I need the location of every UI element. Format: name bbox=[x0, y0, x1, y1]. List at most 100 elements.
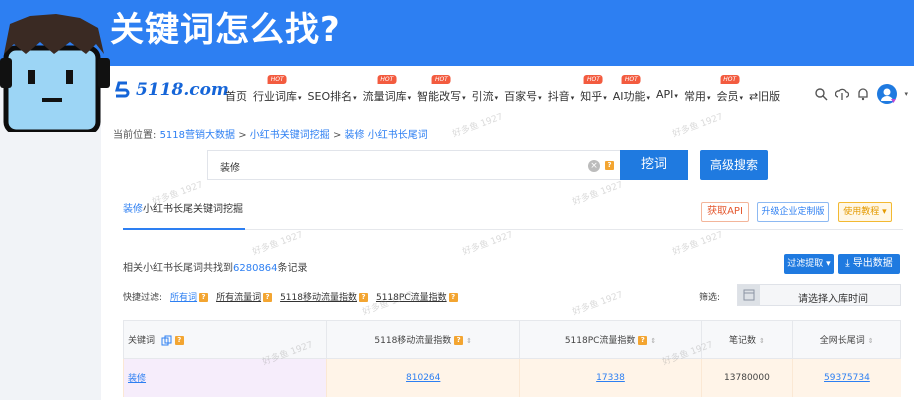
sort-icon[interactable]: ⇕ bbox=[466, 337, 472, 345]
main-page: 5118.com 首页 HOT 行业词库▾ SEO排名▾ HOT 流量词库▾ HOT… bbox=[101, 66, 914, 400]
breadcrumb-link[interactable]: 小红书关键词挖掘 bbox=[250, 130, 330, 141]
nav-item-member[interactable]: HOT 会员▾ bbox=[716, 75, 743, 104]
header-label: 笔记数 bbox=[729, 336, 757, 346]
cell-longtail: 59375734 bbox=[792, 358, 901, 397]
upgrade-enterprise-button[interactable]: 升级企业定制版 bbox=[757, 202, 829, 222]
nav-item-baijiahao[interactable]: 百家号▾ bbox=[504, 88, 542, 104]
pc-index-link[interactable]: 17338 bbox=[596, 373, 625, 383]
chevron-down-icon: ▾ bbox=[646, 94, 651, 102]
nav-item-zhihu[interactable]: HOT 知乎▾ bbox=[580, 75, 607, 104]
filter-label: 5118移动流量指数 bbox=[280, 293, 357, 303]
chevron-down-icon: ▾ bbox=[674, 92, 678, 100]
nav-label: 知乎 bbox=[580, 90, 603, 103]
table-row: 装修 810264 17338 13780000 59375734 bbox=[123, 358, 901, 397]
date-picker[interactable]: 请选择入库时间 bbox=[737, 284, 901, 306]
breadcrumb-sep: > bbox=[235, 130, 250, 141]
section-title[interactable]: 装修小红书长尾关键词挖掘 bbox=[123, 200, 243, 215]
mascot-avatar bbox=[0, 14, 110, 132]
advanced-search-button[interactable]: 高级搜索 bbox=[700, 150, 768, 180]
copy-icon[interactable] bbox=[161, 335, 172, 346]
filter-all-words[interactable]: 所有词? bbox=[170, 290, 209, 303]
breadcrumb-link[interactable]: 5118营销大数据 bbox=[160, 130, 235, 141]
nav-item-api[interactable]: API▾ bbox=[656, 88, 678, 104]
nav-label: ⇄旧版 bbox=[748, 90, 781, 103]
mobile-index-link[interactable]: 810264 bbox=[406, 373, 440, 383]
date-placeholder: 请选择入库时间 bbox=[798, 294, 868, 305]
logo[interactable]: 5118.com bbox=[113, 80, 229, 100]
calendar-icon bbox=[738, 285, 760, 305]
filter-all-traffic-words[interactable]: 所有流量词? bbox=[216, 290, 273, 303]
nav-label: 行业词库 bbox=[253, 90, 297, 103]
help-icon[interactable]: ? bbox=[358, 293, 368, 302]
help-icon[interactable]: ? bbox=[199, 293, 209, 302]
export-data-button[interactable]: ⤓ 导出数据 bbox=[838, 254, 900, 274]
nav-item-seo[interactable]: SEO排名▾ bbox=[308, 88, 357, 104]
nav-item-ai[interactable]: HOT AI功能▾ bbox=[613, 75, 651, 104]
cloud-download-icon[interactable] bbox=[835, 87, 850, 101]
breadcrumb-prefix: 当前位置: bbox=[113, 130, 157, 141]
watermark: 好多鱼 1927 bbox=[571, 180, 625, 208]
watermark: 好多鱼 1927 bbox=[461, 230, 515, 258]
logo-text: 5118.com bbox=[136, 80, 229, 100]
cell-notes: 13780000 bbox=[700, 358, 793, 397]
search-input[interactable]: 装修 × ? bbox=[207, 150, 620, 180]
search-button[interactable]: 挖词 bbox=[620, 150, 688, 180]
tutorial-button[interactable]: 使用教程 ▾ bbox=[838, 202, 892, 222]
nav-item-common[interactable]: 常用▾ bbox=[684, 88, 711, 104]
column-header-notes[interactable]: 笔记数 ⇕ bbox=[700, 320, 794, 359]
help-icon[interactable]: ? bbox=[174, 336, 184, 345]
user-icon bbox=[881, 88, 897, 103]
quick-filter-label: 快捷过滤: bbox=[123, 293, 163, 303]
nav-label: 抖音 bbox=[547, 90, 570, 103]
help-icon[interactable]: ? bbox=[605, 161, 614, 170]
nav-label: API bbox=[656, 88, 674, 101]
bell-icon[interactable] bbox=[856, 87, 870, 101]
filter-mobile-index[interactable]: 5118移动流量指数? bbox=[280, 290, 368, 303]
nav-item-old-version[interactable]: ⇄旧版 bbox=[749, 88, 780, 104]
chevron-down-icon[interactable]: ▾ bbox=[904, 90, 908, 98]
column-header-mobile-index[interactable]: 5118移动流量指数 ? ⇕ bbox=[325, 320, 521, 359]
nav-item-rewrite[interactable]: HOT 智能改写▾ bbox=[417, 75, 466, 104]
chevron-down-icon: ▾ bbox=[353, 94, 357, 102]
top-banner: 关键词怎么找? bbox=[0, 0, 914, 66]
nav-item-traffic[interactable]: HOT 流量词库▾ bbox=[362, 75, 411, 104]
table-header-row: 关键词 ? 5118移动流量指数 ? ⇕ 5118PC流量指数 ? ⇕ 笔记数 ⇕ 全… bbox=[123, 320, 901, 359]
column-header-longtail[interactable]: 全网长尾词 ⇕ bbox=[792, 320, 901, 359]
clear-icon[interactable]: × bbox=[588, 160, 600, 172]
keyword-link[interactable]: 装修 bbox=[128, 374, 146, 384]
hot-badge: HOT bbox=[720, 75, 740, 84]
hot-badge: HOT bbox=[431, 75, 451, 84]
breadcrumb-link[interactable]: 装修 小红书长尾词 bbox=[345, 130, 428, 141]
watermark: 好多鱼 1927 bbox=[251, 230, 305, 258]
record-count: 6280864 bbox=[233, 263, 278, 274]
user-avatar[interactable] bbox=[877, 84, 898, 104]
chevron-down-icon: ▾ bbox=[570, 94, 575, 102]
nav-label: 流量词库 bbox=[362, 90, 407, 103]
help-icon[interactable]: ? bbox=[454, 336, 464, 345]
sort-icon[interactable]: ⇕ bbox=[868, 337, 874, 345]
nav-item-industry[interactable]: HOT 行业词库▾ bbox=[253, 75, 302, 104]
chevron-down-icon: ▾ bbox=[462, 94, 466, 102]
nav-item-traffic-lead[interactable]: 引流▾ bbox=[472, 88, 499, 104]
sort-icon[interactable]: ⇕ bbox=[650, 337, 656, 345]
help-icon[interactable]: ? bbox=[638, 336, 648, 345]
help-icon[interactable]: ? bbox=[263, 293, 273, 302]
header-label: 全网长尾词 bbox=[819, 336, 865, 346]
watermark: 好多鱼 1927 bbox=[571, 290, 625, 318]
header-label: 5118移动流量指数 bbox=[374, 336, 452, 346]
sort-icon[interactable]: ⇕ bbox=[759, 337, 765, 345]
summary-suffix: 条记录 bbox=[277, 263, 308, 274]
nav-item-home[interactable]: 首页 bbox=[225, 88, 247, 104]
longtail-link[interactable]: 59375734 bbox=[824, 373, 870, 383]
chevron-down-icon: ▾ bbox=[603, 94, 607, 102]
watermark: 好多鱼 1927 bbox=[671, 230, 725, 258]
chevron-down-icon: ▾ bbox=[298, 94, 302, 102]
help-icon[interactable]: ? bbox=[448, 293, 458, 302]
banner-title: 关键词怎么找? bbox=[110, 10, 341, 50]
hot-badge: HOT bbox=[584, 75, 603, 84]
get-api-button[interactable]: 获取API bbox=[701, 202, 749, 222]
search-icon[interactable] bbox=[814, 87, 828, 101]
nav-item-douyin[interactable]: 抖音▾ bbox=[548, 88, 575, 104]
filter-extract-button[interactable]: 过滤提取 ▾ bbox=[784, 254, 834, 274]
nav-label: 会员 bbox=[716, 90, 739, 103]
